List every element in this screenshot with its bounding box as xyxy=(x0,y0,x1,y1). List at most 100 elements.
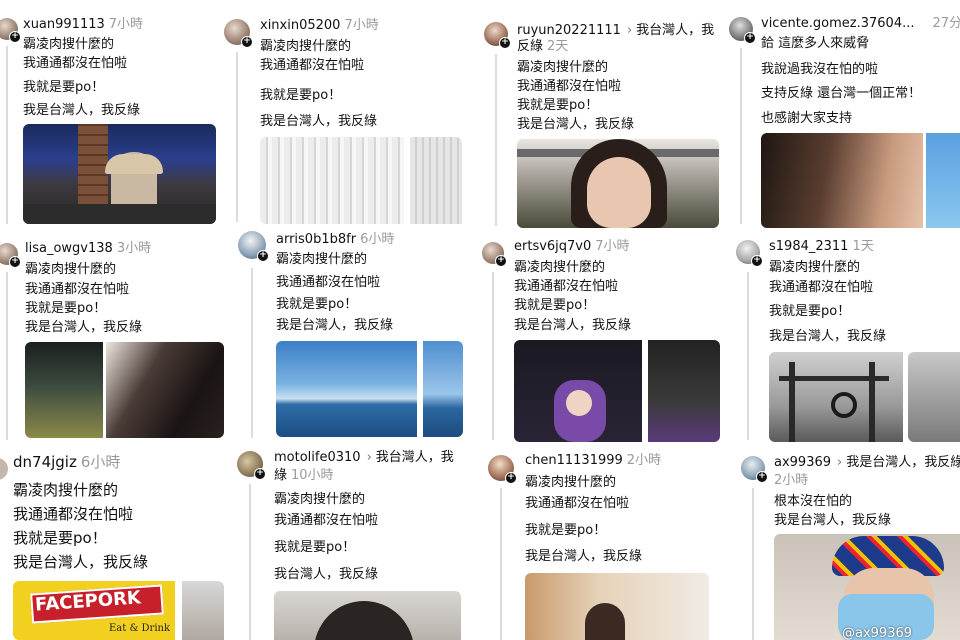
timestamp: 3小時 xyxy=(116,241,152,256)
username[interactable]: dn74jgiz xyxy=(13,453,77,471)
curtain-photo-2[interactable] xyxy=(410,137,462,224)
thread-line xyxy=(495,54,497,226)
thread-line xyxy=(752,488,754,640)
username[interactable]: ax99369 xyxy=(774,455,831,470)
comment-line: 霸凌肉搜什麼的 xyxy=(525,475,617,490)
comment-line: 我就是要po！ xyxy=(514,298,596,313)
follow-plus-icon[interactable]: + xyxy=(505,472,517,484)
comment-line: 我是台灣人，我反綠 xyxy=(25,320,143,335)
username[interactable]: ruyun20221111 xyxy=(517,23,621,38)
photo-thumbnail[interactable] xyxy=(182,581,224,640)
comment-line: 我通通都沒在怕啦 xyxy=(274,513,379,528)
comment-line: 我是台灣人，我反綠 xyxy=(260,114,378,129)
corridor-photo[interactable] xyxy=(25,342,103,438)
follow-plus-icon[interactable]: + xyxy=(756,471,768,483)
username[interactable]: lisa_owgv138 xyxy=(25,241,113,256)
username[interactable]: motolife0310 xyxy=(274,450,361,465)
avatar[interactable]: + xyxy=(238,231,269,262)
comment-line: 霸凌肉搜什麼的 xyxy=(769,260,861,275)
follow-plus-icon[interactable]: + xyxy=(254,468,266,480)
chevron-right-icon: › xyxy=(626,23,633,38)
follow-plus-icon[interactable]: + xyxy=(744,32,756,44)
follow-plus-icon[interactable]: + xyxy=(751,255,763,267)
photo-thumbnail[interactable] xyxy=(926,133,960,228)
timestamp: 2小時 xyxy=(774,473,809,488)
avatar[interactable]: + xyxy=(484,22,511,49)
photo-thumbnail[interactable] xyxy=(908,352,960,442)
avatar[interactable]: + xyxy=(736,240,763,267)
username[interactable]: xinxin05200 xyxy=(260,18,340,33)
reply-context[interactable]: 我台灣人，我 xyxy=(636,23,714,38)
avatar[interactable]: + xyxy=(0,243,21,268)
username[interactable]: arris0b1b8fr xyxy=(276,232,356,247)
avatar[interactable]: + xyxy=(0,18,21,43)
comment-line: 霸凌肉搜什麼的 xyxy=(276,252,368,267)
ocean-photo[interactable] xyxy=(276,341,417,437)
curtain-photo[interactable] xyxy=(260,137,404,224)
timestamp: 6小時 xyxy=(360,232,395,247)
selfie-photo[interactable] xyxy=(106,342,224,438)
avatar[interactable]: + xyxy=(729,17,756,44)
avatar[interactable]: + xyxy=(741,456,768,483)
username[interactable]: s1984_2311 xyxy=(769,239,848,254)
cosplay-photo[interactable] xyxy=(514,340,642,442)
thread-line xyxy=(236,52,238,222)
nurse-selfie-photo[interactable]: @ax99369 xyxy=(774,534,960,640)
timestamp: 2小時 xyxy=(626,453,662,468)
comment-line: 我通通都沒在怕啦 xyxy=(514,279,619,294)
comment-line: 支持反綠 還台灣一個正常！ xyxy=(761,86,922,101)
reply-context[interactable]: 我台灣人，我 xyxy=(376,450,454,465)
selfie-photo[interactable] xyxy=(761,133,923,228)
comment-line: 我是台灣人，我反綠 xyxy=(525,549,643,564)
thread-line xyxy=(6,46,8,224)
reply-context[interactable]: 我是台灣人，我反綠 xyxy=(846,455,960,470)
follow-plus-icon[interactable]: + xyxy=(499,37,511,49)
comment-line: 霸凌肉搜什麼的 xyxy=(260,39,352,54)
selfie-photo[interactable] xyxy=(525,573,709,640)
avatar[interactable]: + xyxy=(488,455,517,484)
avatar[interactable] xyxy=(0,458,8,480)
username[interactable]: ertsv6jq7v0 xyxy=(514,239,591,254)
comment-line: 我就是要po！ xyxy=(13,529,107,547)
thread-line xyxy=(747,272,749,440)
username[interactable]: vicente.gomez.37604... xyxy=(761,16,915,31)
thread-line xyxy=(251,268,253,438)
comment-line: 我通通都沒在怕啦 xyxy=(276,275,381,290)
comment-line: 我通通都沒在怕啦 xyxy=(23,56,128,71)
photo-thumbnail[interactable] xyxy=(648,340,720,442)
follow-plus-icon[interactable]: + xyxy=(495,255,507,267)
comment-line: 我通通都沒在怕啦 xyxy=(525,496,630,511)
username[interactable]: chen11131999 xyxy=(525,453,623,468)
selfie-photo[interactable] xyxy=(274,591,461,640)
ocean-photo-2[interactable] xyxy=(423,341,463,437)
thread-line xyxy=(492,272,494,440)
comment-line: 我是台灣人，我反綠 xyxy=(23,103,141,118)
gym-selfie-photo[interactable] xyxy=(23,124,216,224)
timestamp: 27分鐘 xyxy=(932,16,960,31)
sign-subtext: Eat & Drink xyxy=(109,623,171,634)
timestamp: 10小時 xyxy=(291,468,334,483)
comment-line: 我就是要po！ xyxy=(23,80,105,95)
comment-line: 我通通都沒在怕啦 xyxy=(769,280,874,295)
follow-plus-icon[interactable]: + xyxy=(9,31,21,43)
comment-line: 霸凌肉搜什麼的 xyxy=(13,481,119,499)
reply-context[interactable]: 反綠 xyxy=(517,39,543,54)
follow-plus-icon[interactable]: + xyxy=(241,36,253,48)
gym-photo[interactable] xyxy=(769,352,903,442)
reply-context[interactable]: 綠 xyxy=(274,468,287,483)
thread-line xyxy=(249,484,251,640)
timestamp: 6小時 xyxy=(80,453,121,471)
facepork-sign-photo[interactable]: FACEPORK Eat & Drink xyxy=(13,581,175,640)
store-selfie-photo[interactable] xyxy=(517,139,719,228)
avatar[interactable]: + xyxy=(237,451,266,480)
username[interactable]: xuan991113 xyxy=(23,17,105,32)
avatar[interactable]: + xyxy=(224,19,253,48)
timestamp: 1天 xyxy=(852,239,874,254)
thread-line xyxy=(740,48,742,224)
avatar[interactable]: + xyxy=(482,242,507,267)
follow-plus-icon[interactable]: + xyxy=(9,256,21,268)
comment-line: 霸凌肉搜什麼的 xyxy=(25,262,117,277)
chevron-right-icon: › xyxy=(366,450,372,465)
comment-line: 我是台灣人，我反綠 xyxy=(514,318,632,333)
follow-plus-icon[interactable]: + xyxy=(257,250,269,262)
